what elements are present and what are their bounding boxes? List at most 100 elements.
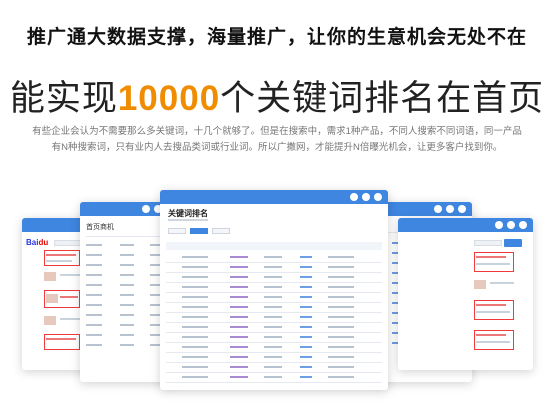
- table-cell: [182, 346, 208, 348]
- result-snippet: [490, 282, 514, 284]
- table-cell: [264, 336, 282, 338]
- highlight-box: [474, 252, 514, 272]
- result-title: [476, 334, 506, 336]
- window-dot-icon: [495, 221, 503, 229]
- table-cell: [328, 276, 354, 278]
- search-results-window-right: [398, 218, 533, 370]
- table-cell: [328, 366, 354, 368]
- table-cell: [328, 346, 354, 348]
- table-cell: [264, 326, 282, 328]
- table-cell: [300, 336, 312, 338]
- filter-tab: [168, 228, 186, 234]
- table-cell: [328, 316, 354, 318]
- table-cell: [300, 296, 312, 298]
- table-cell: [300, 346, 312, 348]
- table-divider: [166, 262, 382, 263]
- table-cell: [328, 356, 354, 358]
- highlight-box: [44, 250, 80, 266]
- table-cell: [120, 284, 134, 286]
- table-cell: [182, 366, 208, 368]
- table-cell: [86, 344, 102, 346]
- panel-title: 首页商机: [86, 224, 114, 231]
- table-divider: [166, 332, 382, 333]
- table-cell: [264, 306, 282, 308]
- table-cell: [328, 286, 354, 288]
- table-divider: [166, 362, 382, 363]
- table-cell: [86, 334, 102, 336]
- filter-tab: [212, 228, 230, 234]
- table-cell: [230, 266, 248, 268]
- table-divider: [166, 372, 382, 373]
- table-cell: [230, 356, 248, 358]
- table-cell: [182, 286, 208, 288]
- table-cell: [120, 324, 134, 326]
- table-cell: [230, 306, 248, 308]
- table-cell: [86, 304, 102, 306]
- table-cell: [182, 326, 208, 328]
- table-cell: [328, 266, 354, 268]
- result-thumbnail: [474, 280, 486, 289]
- table-divider: [166, 312, 382, 313]
- result-snippet: [46, 260, 72, 262]
- table-cell: [300, 276, 312, 278]
- window-dot-icon: [519, 221, 527, 229]
- table-cell: [230, 346, 248, 348]
- screenshot-showcase: Baidu 首页商机 关键词排名: [0, 180, 554, 403]
- table-cell: [230, 336, 248, 338]
- table-cell: [300, 266, 312, 268]
- table-cell: [182, 296, 208, 298]
- table-cell: [230, 276, 248, 278]
- result-thumbnail: [46, 294, 58, 303]
- table-cell: [86, 244, 102, 246]
- table-cell: [264, 266, 282, 268]
- table-cell: [300, 286, 312, 288]
- table-cell: [120, 274, 134, 276]
- description-line-2: 有N种搜索词，只有业内人去搜品类词或行业词。所以广撒网，才能提升N倍曝光机会，让…: [51, 142, 503, 153]
- table-cell: [264, 276, 282, 278]
- table-cell: [300, 366, 312, 368]
- filter-tabs: [168, 228, 230, 234]
- window-dot-icon: [142, 205, 150, 213]
- table-cell: [264, 316, 282, 318]
- result-thumbnail: [44, 272, 56, 281]
- result-title: [46, 254, 76, 256]
- result-snippet: [60, 318, 82, 320]
- window-dot-icon: [434, 205, 442, 213]
- table-cell: [86, 294, 102, 296]
- table-cell: [182, 266, 208, 268]
- highlight-box: [474, 300, 514, 320]
- table-cell: [120, 314, 134, 316]
- window-dot-icon: [446, 205, 454, 213]
- result-snippet: [476, 263, 510, 265]
- table-divider: [166, 342, 382, 343]
- table-divider: [166, 322, 382, 323]
- page-title: 能实现10000个关键词排名在首页: [0, 70, 554, 121]
- table-cell: [300, 256, 312, 258]
- table-cell: [182, 306, 208, 308]
- table-header: [166, 242, 382, 250]
- table-cell: [86, 324, 102, 326]
- table-divider: [166, 292, 382, 293]
- result-title: [476, 256, 506, 258]
- headline: 推广通大数据支撑，海量推广，让你的生意机会无处不在: [26, 27, 527, 48]
- table-cell: [86, 254, 102, 256]
- filter-tab-active: [190, 228, 208, 234]
- keyword-ranking-title: 关键词排名: [168, 209, 208, 218]
- table-cell: [264, 376, 282, 378]
- table-cell: [120, 304, 134, 306]
- table-cell: [264, 256, 282, 258]
- table-cell: [264, 366, 282, 368]
- table-cell: [264, 296, 282, 298]
- table-cell: [264, 346, 282, 348]
- table-cell: [182, 316, 208, 318]
- description: 有些企业会认为不需要那么多关键词，十几个就够了。但是在搜索中，需求1种产品，不同…: [20, 124, 534, 156]
- table-cell: [86, 284, 102, 286]
- table-cell: [120, 264, 134, 266]
- search-button: [504, 239, 522, 247]
- result-thumbnail: [44, 316, 56, 325]
- result-title: [60, 296, 78, 298]
- table-cell: [230, 296, 248, 298]
- table-cell: [300, 356, 312, 358]
- highlight-box: [474, 330, 514, 350]
- table-cell: [120, 254, 134, 256]
